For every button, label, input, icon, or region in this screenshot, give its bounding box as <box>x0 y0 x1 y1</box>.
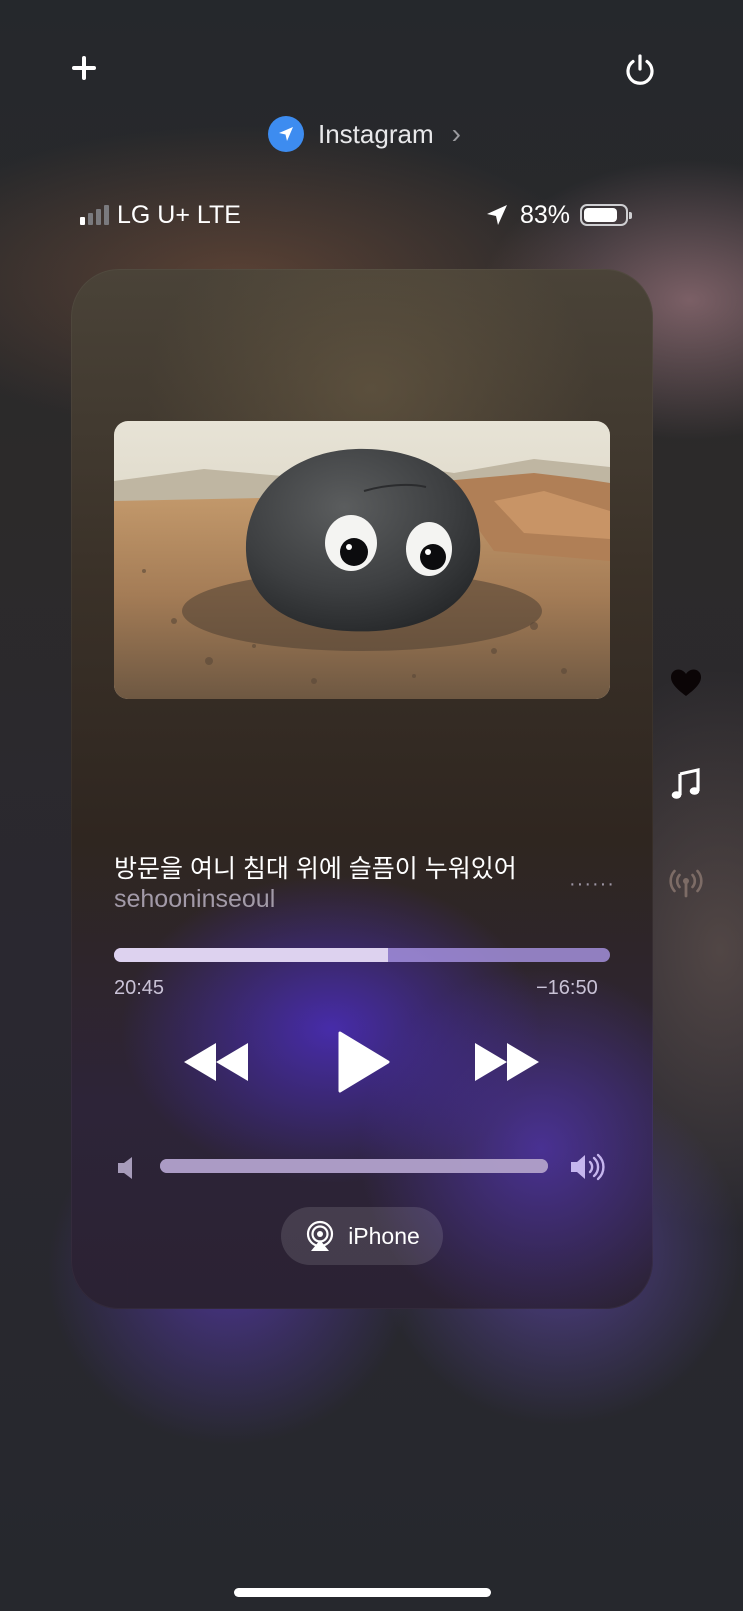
status-bar-left: LG U+ LTE <box>80 198 241 232</box>
play-button[interactable] <box>334 1031 392 1093</box>
app-name: Instagram <box>318 118 434 149</box>
battery-percent: 83% <box>520 200 571 229</box>
album-artwork <box>114 421 610 699</box>
song-artist: sehooninseoul <box>114 885 276 913</box>
home-indicator[interactable] <box>234 1588 491 1597</box>
output-device-label: iPhone <box>348 1222 420 1249</box>
location-arrow-icon <box>268 116 304 152</box>
broadcast-icon[interactable] <box>668 866 704 902</box>
volume-slider[interactable] <box>160 1159 548 1173</box>
signal-bars-icon <box>80 205 109 225</box>
plus-icon[interactable] <box>68 52 100 84</box>
playback-scrubber[interactable] <box>114 948 610 962</box>
now-playing-card: 방문을 여니 침대 위에 슬픔이 누워있어 sehooninseoul ····… <box>71 269 653 1309</box>
volume-high-icon <box>571 1153 605 1181</box>
volume-low-icon <box>118 1157 132 1179</box>
carrier-label: LG U+ LTE <box>117 200 241 229</box>
location-services-icon <box>487 205 507 225</box>
more-options-icon[interactable]: ······ <box>569 873 615 896</box>
fast-forward-button[interactable] <box>473 1031 541 1093</box>
airplay-output-button[interactable]: iPhone <box>281 1207 443 1265</box>
airplay-icon <box>307 1220 334 1251</box>
song-title: 방문을 여니 침대 위에 슬픔이 누워있어 <box>114 855 517 883</box>
battery-icon <box>580 204 633 226</box>
heart-icon[interactable] <box>668 665 704 701</box>
chevron-right-icon: › <box>451 118 461 149</box>
remaining-time: −16:50 <box>536 977 598 999</box>
rewind-button[interactable] <box>182 1031 250 1093</box>
status-bar-right: 83% <box>484 198 633 232</box>
elapsed-time: 20:45 <box>114 977 165 999</box>
music-note-icon[interactable] <box>668 766 704 802</box>
power-icon[interactable] <box>622 52 658 88</box>
app-link[interactable]: Instagram › <box>268 114 461 154</box>
